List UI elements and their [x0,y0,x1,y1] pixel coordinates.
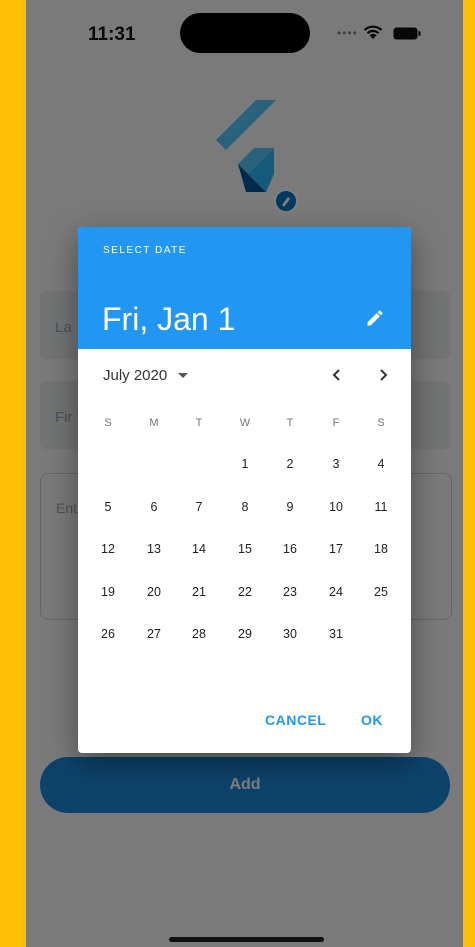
weekday-label: S [377,417,385,429]
calendar-day[interactable]: 26 [93,619,123,649]
calendar-day[interactable]: 16 [275,534,305,564]
calendar-day[interactable]: 3 [321,449,351,479]
calendar-day[interactable]: 23 [275,577,305,607]
calendar-day[interactable]: 2 [275,449,305,479]
weekday-label: W [239,417,251,429]
calendar-day[interactable]: 4 [366,449,396,479]
calendar-day[interactable]: 24 [321,577,351,607]
calendar-day[interactable]: 11 [366,492,396,522]
calendar-day[interactable]: 5 [93,492,123,522]
selected-date-text: Fri, Jan 1 [102,301,236,337]
calendar-day[interactable]: 14 [184,534,214,564]
chevron-left-icon[interactable] [328,366,346,384]
calendar-day[interactable]: 31 [321,619,351,649]
chevron-right-icon[interactable] [374,366,392,384]
calendar-day[interactable]: 8 [230,492,260,522]
calendar-day[interactable]: 29 [230,619,260,649]
phone-screen: 11:31 •••• La Fir Ent Add SELECT DATE [26,0,463,947]
calendar-day[interactable]: 22 [230,577,260,607]
calendar-day[interactable]: 28 [184,619,214,649]
ok-button[interactable]: OK [361,712,383,728]
weekday-label: S [104,417,112,429]
weekday-label: T [286,417,294,429]
pencil-icon[interactable] [365,308,385,328]
calendar-day[interactable]: 30 [275,619,305,649]
date-picker-dialog: SELECT DATE Fri, Jan 1 July 2020 S M T W T F S… [78,227,411,753]
calendar-day[interactable]: 9 [275,492,305,522]
calendar-day[interactable]: 15 [230,534,260,564]
calendar-day[interactable]: 17 [321,534,351,564]
calendar-day[interactable]: 27 [139,619,169,649]
caret-down-icon[interactable] [178,373,188,379]
cancel-button[interactable]: CANCEL [265,712,326,728]
calendar-day[interactable]: 18 [366,534,396,564]
calendar-day[interactable]: 12 [93,534,123,564]
calendar-day[interactable]: 13 [139,534,169,564]
select-date-label: SELECT DATE [103,245,187,256]
calendar-day[interactable]: 6 [139,492,169,522]
calendar-day[interactable]: 25 [366,577,396,607]
calendar-day[interactable]: 7 [184,492,214,522]
month-navigation: July 2020 [78,350,411,398]
calendar-day[interactable]: 21 [184,577,214,607]
weekday-label: M [149,417,159,429]
date-picker-header: SELECT DATE Fri, Jan 1 [78,227,411,349]
calendar-day[interactable]: 19 [93,577,123,607]
month-selector[interactable]: July 2020 [103,367,167,384]
home-indicator [169,937,324,942]
weekday-label: T [195,417,203,429]
calendar-day[interactable]: 1 [230,449,260,479]
weekday-label: F [332,417,340,429]
calendar-day[interactable]: 20 [139,577,169,607]
calendar-day[interactable]: 10 [321,492,351,522]
